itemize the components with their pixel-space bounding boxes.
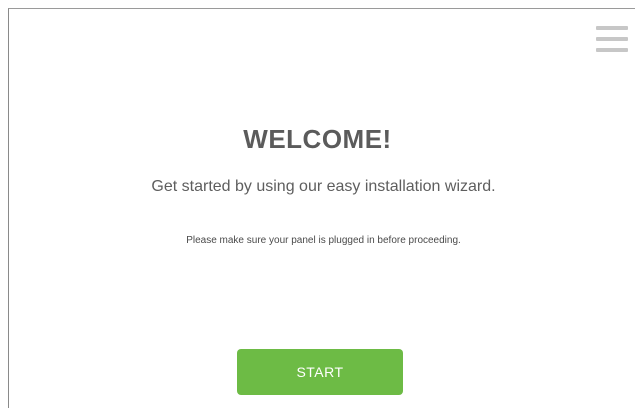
wizard-panel [8,8,635,408]
plug-in-notice: Please make sure your panel is plugged i… [186,235,461,246]
welcome-subtitle: Get started by using our easy installati… [151,178,496,195]
menu-icon-bar-bottom [596,48,628,52]
welcome-title: WELCOME! [243,124,392,154]
menu-icon-bar-top [596,26,628,30]
start-button[interactable]: START [237,349,403,395]
menu-icon-bar-middle [596,37,628,41]
hamburger-menu-icon[interactable] [596,26,628,52]
